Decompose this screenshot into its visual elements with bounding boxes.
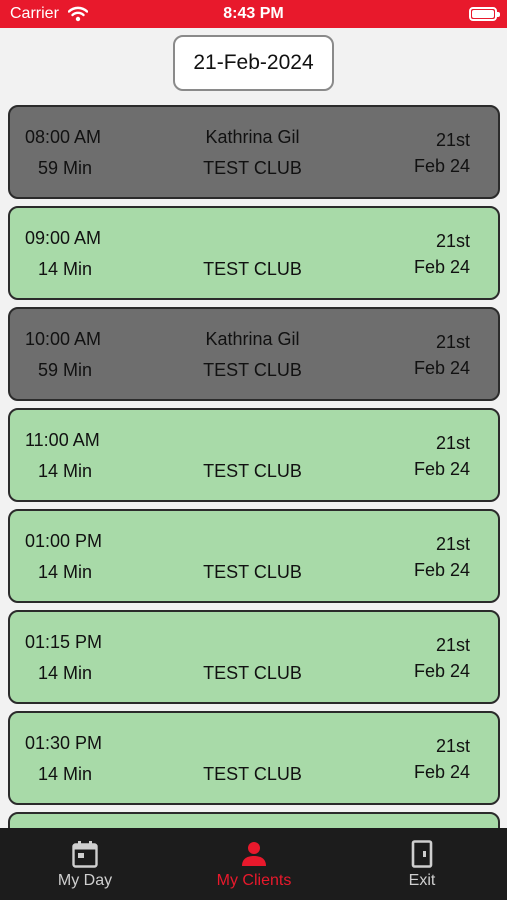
tab-label: My Clients [216,872,292,889]
appointment-duration: 14 Min [38,562,93,582]
tab-label: Exit [408,872,436,889]
appointment-time: 11:00 AM [25,430,100,450]
date-selector[interactable]: 21-Feb-2024 [173,35,334,91]
appointment-list[interactable]: 08:00 AM 59 Min Kathrina Gil TEST CLUB 21st F… [8,105,500,828]
club-name: TEST CLUB [203,360,302,380]
appointment-month: Feb 24 [413,358,470,378]
club-name: TEST CLUB [203,663,302,683]
appointment-month: Feb 24 [413,560,470,580]
appointment-day: 21st [435,635,470,655]
appointment-card[interactable]: 08:00 AM 59 Min Kathrina Gil TEST CLUB 21st F… [8,105,500,199]
appointment-month: Feb 24 [413,762,470,782]
appointment-duration: 59 Min [38,158,93,178]
club-name: TEST CLUB [203,764,302,784]
client-name: Kathrina Gil [205,329,300,349]
appointment-time: 01:15 PM [25,632,103,652]
appointment-duration: 14 Min [38,461,93,481]
club-name: TEST CLUB [203,461,302,481]
tab-label: My Day [57,872,113,889]
appointment-day: 21st [435,433,470,453]
appointment-month: Feb 24 [413,459,470,479]
club-name: TEST CLUB [203,259,302,279]
appointment-duration: 59 Min [38,360,93,380]
client-name: Kathrina Gil [205,127,300,147]
appointment-time: 01:00 PM [25,531,103,551]
tab-my-clients[interactable]: My Clients [184,828,324,900]
club-name: TEST CLUB [203,158,302,178]
calendar-icon [72,841,98,868]
appointment-card[interactable] [8,812,500,828]
tab-exit[interactable]: Exit [352,828,492,900]
appointment-time: 09:00 AM [25,228,102,248]
appointment-card[interactable]: 11:00 AM 14 Min TEST CLUB 21st Feb 24 [8,408,500,502]
appointment-month: Feb 24 [413,156,470,176]
appointment-time: 10:00 AM [25,329,102,349]
battery-icon [469,7,500,21]
club-name: TEST CLUB [203,562,302,582]
appointment-card[interactable]: 01:00 PM 14 Min TEST CLUB 21st Feb 24 [8,509,500,603]
tab-my-day[interactable]: My Day [15,828,155,900]
appointment-duration: 14 Min [38,663,93,683]
appointment-card[interactable]: 01:15 PM 14 Min TEST CLUB 21st Feb 24 [8,610,500,704]
door-icon [411,840,433,868]
appointment-card[interactable]: 10:00 AM 59 Min Kathrina Gil TEST CLUB 21st F… [8,307,500,401]
appointment-duration: 14 Min [38,259,93,279]
appointment-time: 01:30 PM [25,733,103,753]
person-icon [242,842,266,866]
clock-time: 8:43 PM [223,5,284,22]
status-bar: Carrier 8:43 PM [0,0,507,28]
appointment-day: 21st [435,231,470,251]
appointment-card[interactable]: 01:30 PM 14 Min TEST CLUB 21st Feb 24 [8,711,500,805]
appointment-time: 08:00 AM [25,127,102,147]
appointment-duration: 14 Min [38,764,93,784]
appointment-day: 21st [435,130,470,150]
appointment-day: 21st [435,736,470,756]
appointment-month: Feb 24 [413,661,470,681]
appointment-day: 21st [435,534,470,554]
tab-bar: My Day My Clients Exit [0,828,507,900]
appointment-card[interactable]: 09:00 AM 14 Min TEST CLUB 21st Feb 24 [8,206,500,300]
appointment-day: 21st [435,332,470,352]
appointment-month: Feb 24 [413,257,470,277]
